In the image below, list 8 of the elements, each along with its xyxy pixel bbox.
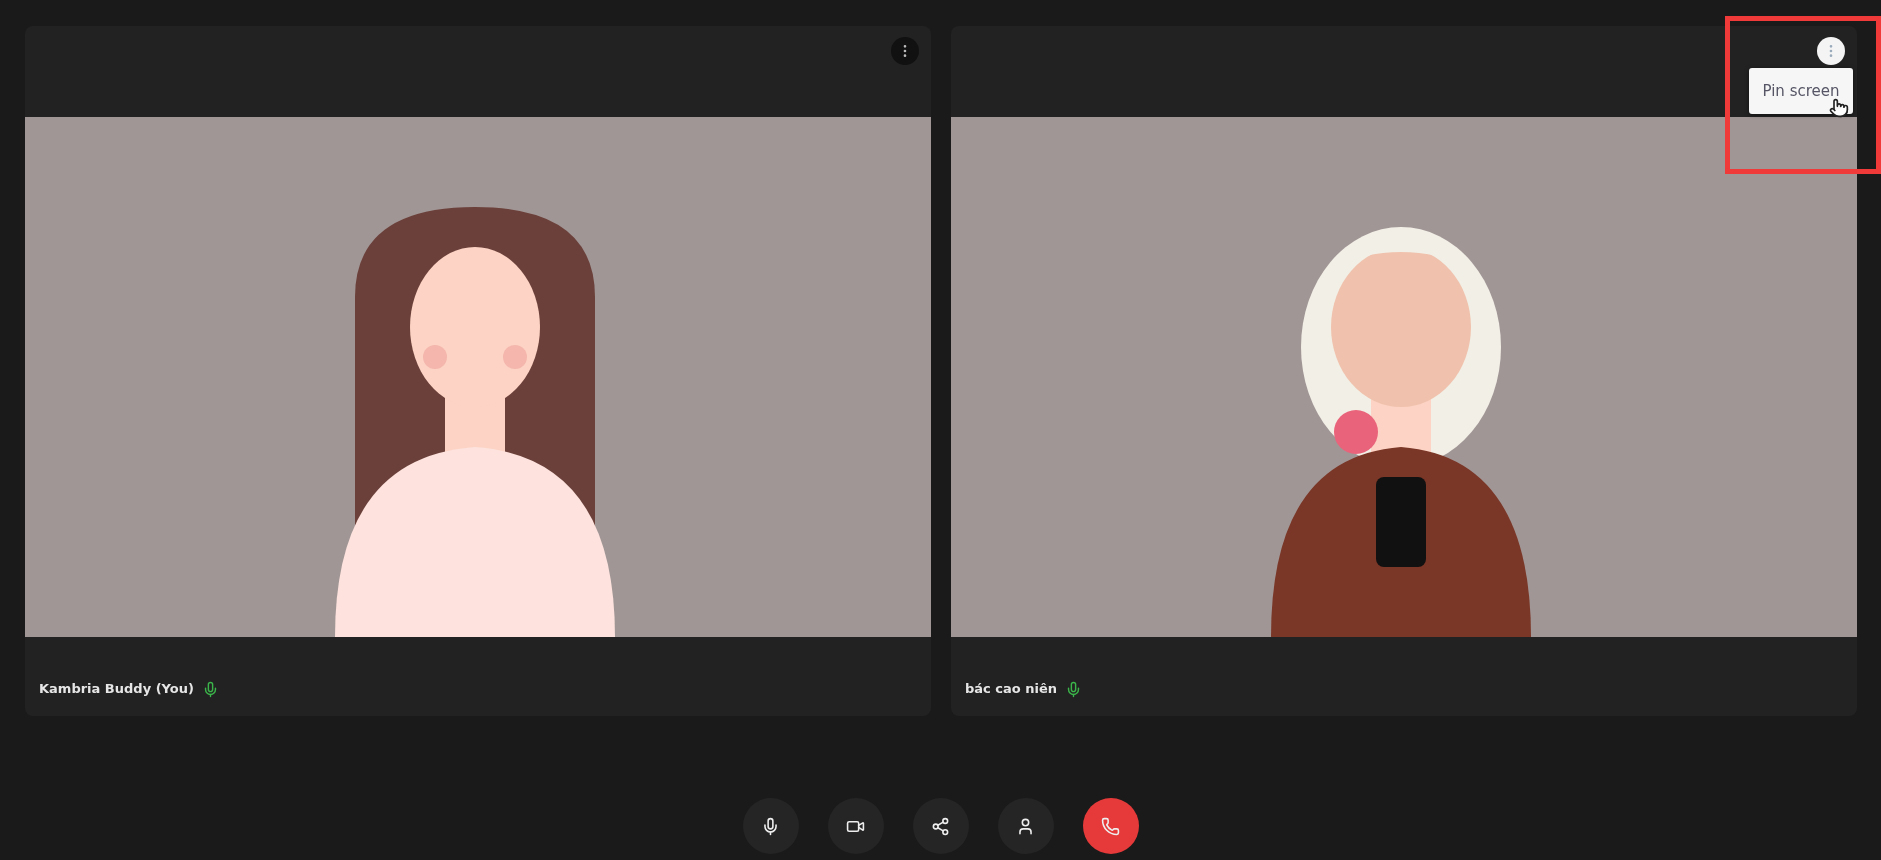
participant-name: bác cao niên (965, 680, 1058, 698)
person-icon (1016, 816, 1035, 836)
microphone-icon (761, 816, 780, 836)
share-icon (931, 816, 950, 836)
more-options-button[interactable] (1817, 37, 1845, 65)
menu-item[interactable]: Pin screen (1749, 68, 1853, 114)
participant-name: Kambria Buddy (You) (39, 680, 194, 698)
phone-icon (1101, 816, 1120, 836)
